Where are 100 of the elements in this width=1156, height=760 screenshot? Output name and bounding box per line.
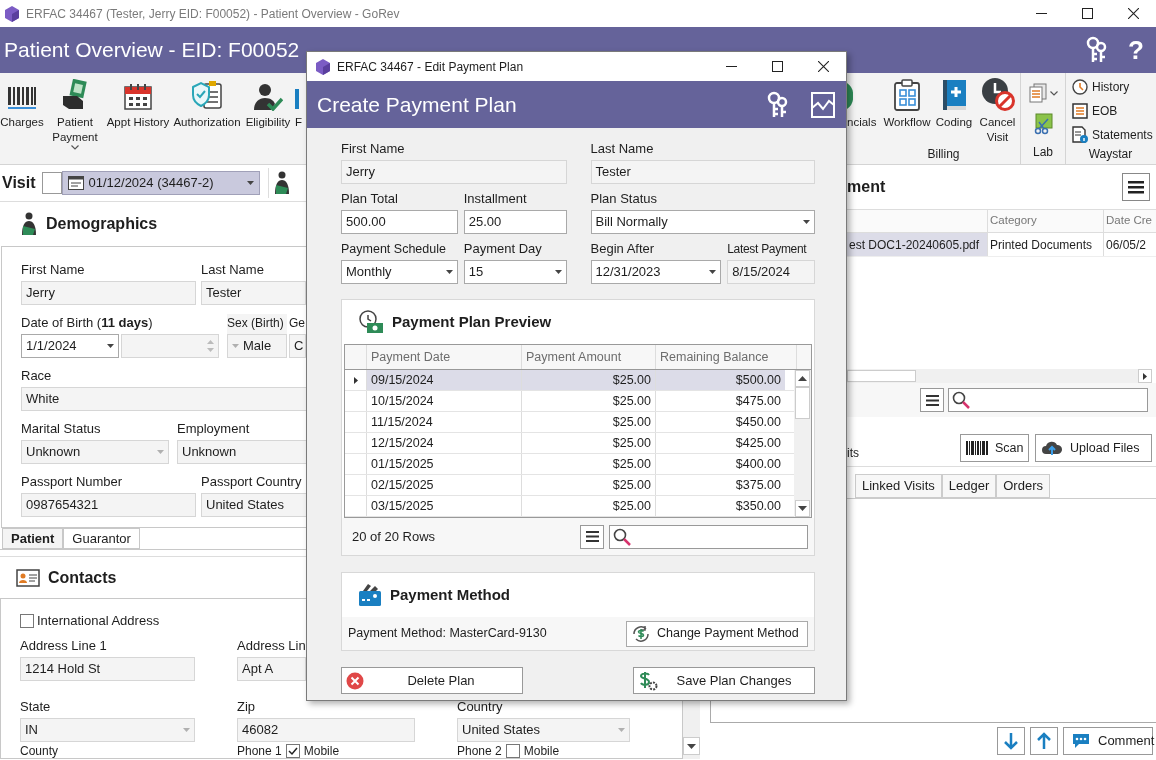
field-label: First Name xyxy=(21,260,86,279)
ribbon-button[interactable]: Appt History xyxy=(106,73,170,164)
table-row[interactable]: 03/15/2025 $25.00 $350.00 xyxy=(345,496,794,517)
text-field[interactable]: Tester xyxy=(201,280,306,305)
field-label: First Name xyxy=(341,140,406,158)
ribbon-button[interactable]: EOB xyxy=(1072,101,1155,121)
ribbon-button[interactable]: F xyxy=(295,73,303,164)
scrollbar-thumb[interactable] xyxy=(847,370,916,382)
text-field[interactable]: 25.00 xyxy=(463,210,567,234)
clock-icon xyxy=(1072,79,1088,95)
table-row[interactable]: 09/15/2024 $25.00 $500.00 xyxy=(345,370,794,391)
menu-button[interactable] xyxy=(1122,173,1150,201)
section-title: Contacts xyxy=(48,567,117,588)
ribbon-button[interactable]: Cancel Visit xyxy=(976,73,1019,145)
group-label: Waystar xyxy=(1087,146,1134,163)
caret-icon xyxy=(554,270,562,274)
horizontal-scrollbar[interactable] xyxy=(847,369,1152,383)
dropdown[interactable]: IN xyxy=(20,718,195,742)
table-row[interactable]: 02/15/2025 $25.00 $375.00 xyxy=(345,475,794,496)
chart-icon xyxy=(811,91,835,118)
ribbon-button[interactable] xyxy=(1033,113,1053,135)
table-row[interactable]: 11/15/2024 $25.00 $450.00 xyxy=(345,412,794,433)
ribbon-button[interactable]: Authorization xyxy=(173,73,241,164)
text-field[interactable]: Jerry xyxy=(341,160,567,184)
ribbon-button[interactable]: ncials xyxy=(847,73,880,145)
scrollbar-thumb[interactable] xyxy=(795,387,810,419)
date-picker[interactable]: 12/31/2023 xyxy=(590,260,722,284)
save-plan-button[interactable]: Save Plan Changes xyxy=(633,667,815,694)
field-label: Phone 2 xyxy=(457,744,502,758)
search-field[interactable] xyxy=(609,524,808,549)
text-field[interactable]: C xyxy=(289,333,306,358)
group-label: Billing xyxy=(926,146,961,163)
menu-button[interactable] xyxy=(920,388,944,412)
ribbon-button[interactable]: Patient Payment xyxy=(47,73,103,164)
text-field[interactable]: 8/15/2024 xyxy=(727,260,815,284)
text-field[interactable]: 0987654321 xyxy=(21,492,196,517)
arrow-right-icon xyxy=(1143,372,1147,380)
text-field[interactable]: Apt A xyxy=(237,657,306,681)
vertical-scrollbar[interactable] xyxy=(794,370,811,517)
change-payment-method-button[interactable]: Change Payment Method xyxy=(626,620,808,647)
text-field[interactable]: United States xyxy=(201,492,307,517)
checkbox[interactable] xyxy=(285,744,300,758)
dropdown[interactable]: Male xyxy=(227,333,287,358)
text-field[interactable]: 500.00 xyxy=(341,210,458,234)
caret-icon xyxy=(709,270,717,274)
field-label: Date of Birth (11 days) xyxy=(21,313,154,332)
table-row[interactable]: 10/15/2024 $25.00 $475.00 xyxy=(345,391,794,412)
row-count: 20 of 20 Rows xyxy=(352,527,436,546)
menu-button[interactable] xyxy=(580,524,604,549)
column-header: Date Cre xyxy=(1105,213,1154,229)
barcode-icon xyxy=(7,85,37,111)
move-up-button[interactable] xyxy=(1030,727,1058,755)
book-icon xyxy=(940,79,968,111)
dropdown[interactable]: 15 xyxy=(463,260,567,284)
text-field[interactable]: Jerry xyxy=(21,280,196,305)
search-field[interactable] xyxy=(948,388,1148,412)
text-field[interactable]: Tester xyxy=(590,160,815,184)
text-field[interactable]: Unknown xyxy=(177,439,307,464)
ribbon-button[interactable]: Workflow xyxy=(882,73,932,145)
tab[interactable]: Orders xyxy=(996,474,1050,498)
checkbox[interactable] xyxy=(505,744,520,758)
section-title: ment xyxy=(847,177,886,197)
ribbon-button[interactable]: Charges xyxy=(0,73,44,164)
tab[interactable]: Patient xyxy=(2,528,64,550)
text-field[interactable]: 1214 Hold St xyxy=(20,657,195,681)
ribbon-button[interactable]: Statements xyxy=(1072,125,1155,145)
ribbon-button[interactable]: History xyxy=(1072,77,1155,97)
tab[interactable]: Guarantor xyxy=(63,528,140,550)
tab[interactable]: Ledger xyxy=(941,474,997,498)
ribbon-button[interactable]: Coding xyxy=(934,73,974,145)
dropdown[interactable]: Unknown xyxy=(21,439,169,464)
person-icon xyxy=(20,211,38,236)
maximize-icon xyxy=(771,61,783,72)
table-row[interactable]: 01/15/2025 $25.00 $400.00 xyxy=(345,454,794,475)
tab[interactable]: Linked Visits xyxy=(855,474,942,498)
table-row[interactable]: 12/15/2024 $25.00 $425.00 xyxy=(345,433,794,454)
upload-button[interactable]: Upload Files xyxy=(1035,434,1152,462)
dropdown[interactable]: Bill Normally xyxy=(590,210,815,234)
text-field[interactable]: 46082 xyxy=(237,718,415,742)
keys-icon xyxy=(765,90,789,119)
checkbox[interactable] xyxy=(41,171,62,194)
field-label: State xyxy=(20,698,52,716)
help-button[interactable]: ? xyxy=(1128,30,1144,70)
checkbox[interactable] xyxy=(20,614,34,628)
comment-button[interactable]: Comment xyxy=(1063,727,1153,755)
ribbon-button[interactable]: Eligibility xyxy=(244,73,292,164)
date-picker[interactable]: 1/1/2024 xyxy=(21,333,119,358)
field-label: Passport Country xyxy=(201,472,303,491)
scan-button[interactable]: Scan xyxy=(960,434,1029,462)
delete-plan-button[interactable]: Delete Plan xyxy=(341,667,523,694)
time-field[interactable] xyxy=(121,333,219,358)
text-field[interactable]: White xyxy=(21,386,307,411)
visit-dropdown[interactable]: 01/12/2024 (34467-2) xyxy=(61,170,260,195)
ribbon-button[interactable] xyxy=(1028,83,1058,103)
checkbox-label: Mobile xyxy=(523,744,560,758)
group-label: Lab xyxy=(1033,144,1053,161)
dropdown[interactable]: United States xyxy=(457,718,630,742)
dropdown[interactable]: Monthly xyxy=(341,260,458,284)
arrow-down-icon xyxy=(1003,732,1019,750)
move-down-button[interactable] xyxy=(997,727,1025,755)
